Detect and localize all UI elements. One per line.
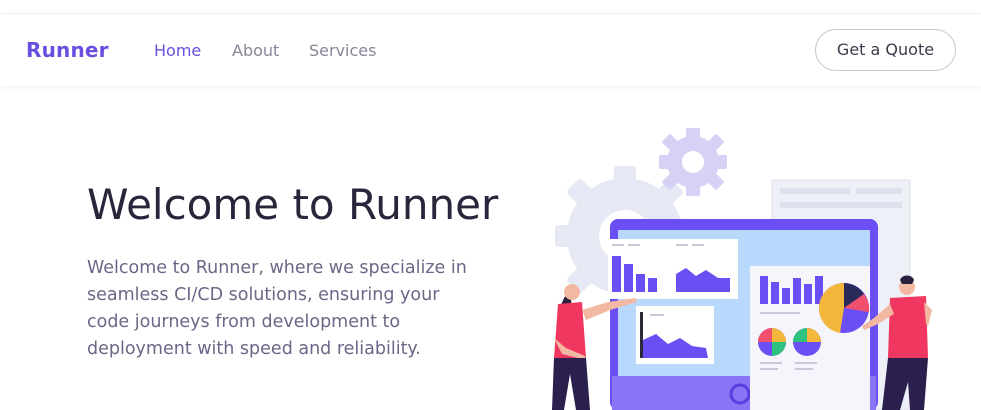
top-strip [0, 0, 981, 14]
navbar: Runner Home About Services Get a Quote [0, 14, 981, 86]
get-a-quote-button[interactable]: Get a Quote [815, 29, 956, 71]
nav-link-about[interactable]: About [232, 41, 279, 60]
area-chart-panel [636, 306, 714, 364]
hero-description: Welcome to Runner, where we specialize i… [87, 258, 467, 359]
small-gear-icon [659, 128, 727, 196]
nav-link-services[interactable]: Services [309, 41, 376, 60]
pie-chart-icon [818, 283, 870, 333]
brand-logo[interactable]: Runner [26, 38, 109, 62]
hero-title: Welcome to Runner [87, 180, 499, 229]
nav-link-home[interactable]: Home [154, 41, 201, 60]
hero-illustration [552, 128, 932, 410]
bar-chart-panel [608, 239, 738, 299]
